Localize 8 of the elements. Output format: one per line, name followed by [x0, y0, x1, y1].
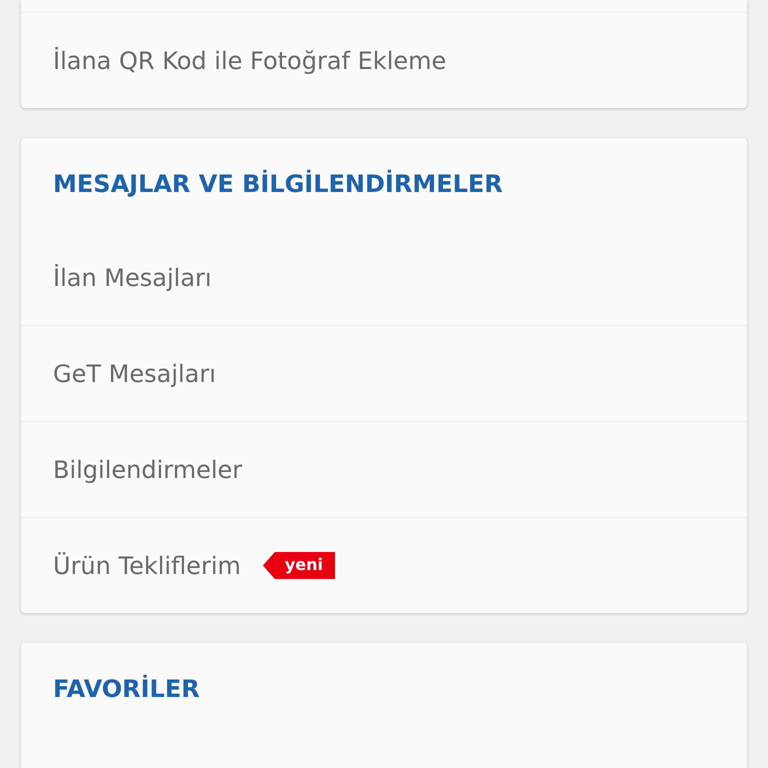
- menu-item[interactable]: İlana QR Kod ile Fotoğraf Ekleme: [21, 12, 747, 108]
- section-title: FAVORİLER: [53, 675, 200, 703]
- new-badge: yeni: [262, 552, 336, 579]
- menu-item[interactable]: Bilgilendirmeler: [21, 421, 747, 517]
- menu-item[interactable]: GeT Mesajları: [21, 325, 747, 421]
- menu-item[interactable]: İlan Mesajları: [21, 230, 747, 325]
- section-title: MESAJLAR VE BİLGİLENDİRMELER: [53, 170, 503, 198]
- menu-item[interactable]: Ürün Tekliflerim yeni: [21, 517, 747, 613]
